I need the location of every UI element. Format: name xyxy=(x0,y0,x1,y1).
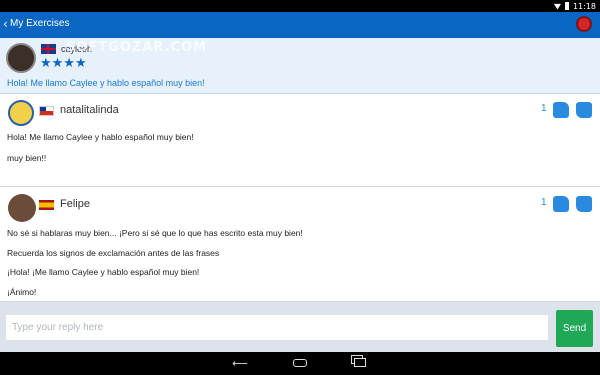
thumbs-up-icon[interactable] xyxy=(553,102,569,118)
comment-author[interactable]: natalitalinda xyxy=(60,104,119,116)
app-bar: ‹ My Exercises xyxy=(0,12,600,38)
comment-line: muy bien!! xyxy=(7,153,47,163)
thumbs-down-icon[interactable] xyxy=(576,102,592,118)
system-nav-bar: ⟵ xyxy=(0,352,600,375)
comment-line: ¡Ánimo! xyxy=(7,287,37,297)
mascot-icon[interactable] xyxy=(576,16,592,32)
spain-flag-icon xyxy=(39,200,54,210)
rating-stars: ★★★★ xyxy=(40,56,87,71)
avatar[interactable] xyxy=(8,194,36,222)
vote-count: 1 xyxy=(541,197,547,208)
post-text: Hola! Me llamo Caylee y hablo español mu… xyxy=(7,78,205,88)
comment-line: Hola! Me llamo Caylee y hablo español mu… xyxy=(7,132,194,142)
thumbs-down-icon[interactable] xyxy=(576,196,592,212)
battery-icon xyxy=(564,2,569,10)
status-time: 11:18 xyxy=(572,1,596,11)
thumbs-up-icon[interactable] xyxy=(553,196,569,212)
comment-line: No sé si hablaras muy bien... ¡Pero si s… xyxy=(7,228,303,238)
page-title[interactable]: My Exercises xyxy=(10,18,69,29)
back-arrow-icon[interactable]: ⟵ xyxy=(229,356,251,371)
home-icon[interactable] xyxy=(289,356,311,371)
vote-count: 1 xyxy=(541,103,547,114)
reply-input[interactable] xyxy=(6,315,548,340)
back-chevron-icon[interactable]: ‹ xyxy=(3,17,8,31)
comment-item: Felipe 1 No sé si hablaras muy bien... ¡… xyxy=(0,188,600,302)
chile-flag-icon xyxy=(39,106,54,116)
watermark: SOFTGOZAR.COM xyxy=(66,40,208,55)
comment-line: Recuerda los signos de exclamación antes… xyxy=(7,248,220,258)
avatar[interactable] xyxy=(8,100,34,126)
avatar[interactable] xyxy=(6,43,36,73)
send-button[interactable]: Send xyxy=(556,310,593,347)
comment-item: natalitalinda 1 Hola! Me llamo Caylee y … xyxy=(0,94,600,187)
comment-line: ¡Hola! ¡Me llamo Caylee y hablo español … xyxy=(7,267,200,277)
reply-bar: Send xyxy=(0,302,600,352)
uk-flag-icon xyxy=(41,44,56,54)
status-bar: 11:18 xyxy=(0,0,600,12)
wifi-icon xyxy=(553,3,561,10)
recent-apps-icon[interactable] xyxy=(349,356,371,371)
status-icons: 11:18 xyxy=(553,0,596,12)
comment-author[interactable]: Felipe xyxy=(60,198,90,210)
